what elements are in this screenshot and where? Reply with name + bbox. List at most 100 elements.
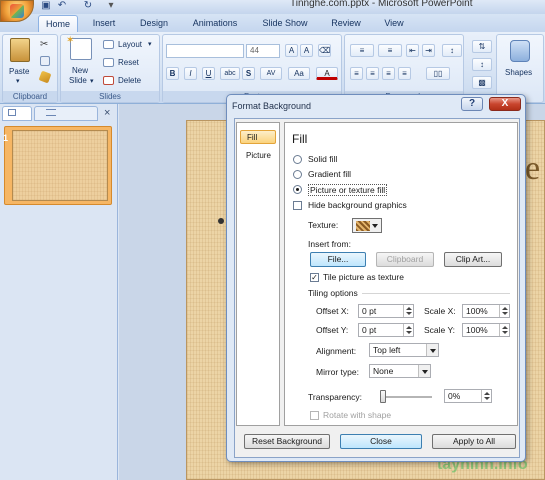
fill-heading: Fill xyxy=(292,132,308,146)
align-left-icon[interactable]: ≡ xyxy=(350,67,363,80)
mirror-type-select[interactable]: None xyxy=(369,364,431,378)
tab-review[interactable]: Review xyxy=(326,15,366,32)
picture-texture-fill-radio[interactable] xyxy=(293,185,302,194)
slide-title-fragment[interactable]: e xyxy=(525,150,540,188)
tab-view[interactable]: View xyxy=(376,15,412,32)
shapes-button[interactable]: Shapes xyxy=(505,68,532,77)
nav-fill[interactable]: Fill xyxy=(240,130,276,144)
hide-background-label[interactable]: Hide background graphics xyxy=(308,200,407,210)
offset-x-spinner[interactable] xyxy=(403,305,413,317)
texture-dropdown-icon[interactable] xyxy=(369,219,381,232)
new-slide-button-line2[interactable]: Slide xyxy=(69,76,87,85)
nav-picture[interactable]: Picture xyxy=(240,149,276,163)
copy-icon[interactable] xyxy=(40,56,50,66)
close-panel-icon[interactable]: × xyxy=(104,107,110,119)
alignment-select[interactable]: Top left xyxy=(369,343,439,357)
smartart-icon[interactable]: ▩ xyxy=(472,76,492,89)
align-right-icon[interactable]: ≡ xyxy=(382,67,395,80)
bold-icon[interactable]: B xyxy=(166,67,179,80)
delete-button[interactable]: Delete xyxy=(118,76,141,85)
font-name-field[interactable] xyxy=(166,44,244,58)
redo-icon[interactable]: ↻ xyxy=(82,0,94,11)
new-slide-button-line1[interactable]: New xyxy=(72,66,88,75)
slide-number: 1 xyxy=(3,133,9,143)
slide-thumbnail[interactable] xyxy=(12,130,108,201)
transparency-slider-track[interactable] xyxy=(382,396,432,398)
file-button[interactable]: File... xyxy=(310,252,366,267)
font-size-field[interactable]: 44 xyxy=(246,44,280,58)
texture-picker[interactable] xyxy=(352,218,382,233)
line-spacing-icon[interactable]: ↕ xyxy=(442,44,462,57)
slides-group-label: Slides xyxy=(61,91,159,102)
mirror-dropdown-icon[interactable] xyxy=(418,365,430,377)
tile-picture-checkbox[interactable]: ✓ xyxy=(310,273,319,282)
hide-background-checkbox[interactable] xyxy=(293,201,302,210)
clipboard-button[interactable]: Clipboard xyxy=(376,252,434,267)
paste-button[interactable]: Paste xyxy=(9,67,29,76)
slides-tab[interactable] xyxy=(2,106,32,121)
solid-fill-radio[interactable] xyxy=(293,155,302,164)
bullets-icon[interactable]: ≡ xyxy=(350,44,374,57)
scale-y-field[interactable]: 100% xyxy=(462,323,510,337)
save-icon[interactable]: ▣ xyxy=(40,0,52,11)
shadow-icon[interactable]: S xyxy=(242,67,255,80)
outline-tab[interactable] xyxy=(34,106,98,121)
change-case-icon[interactable]: Aa xyxy=(288,67,310,80)
increase-indent-icon[interactable]: ⇥ xyxy=(422,44,435,57)
numbering-icon[interactable]: ≡ xyxy=(378,44,402,57)
offset-y-field[interactable]: 0 pt xyxy=(358,323,414,337)
scale-x-spinner[interactable] xyxy=(499,305,509,317)
help-button[interactable]: ? xyxy=(461,97,483,111)
italic-icon[interactable]: I xyxy=(184,67,197,80)
qat-customize-icon[interactable]: ▾ xyxy=(105,0,117,11)
alignment-dropdown-icon[interactable] xyxy=(426,344,438,356)
clear-format-icon[interactable]: ⌫ xyxy=(318,44,331,57)
offset-y-spinner[interactable] xyxy=(403,324,413,336)
solid-fill-label[interactable]: Solid fill xyxy=(308,154,337,164)
dialog-close-button[interactable]: X xyxy=(489,97,521,111)
strikethrough-icon[interactable]: abc xyxy=(220,67,240,80)
mirror-type-value: None xyxy=(373,366,394,376)
new-slide-dropdown-icon[interactable]: ▾ xyxy=(90,77,94,85)
char-spacing-icon[interactable]: AV xyxy=(260,67,282,80)
close-button[interactable]: Close xyxy=(340,434,422,449)
paste-dropdown-icon[interactable]: ▾ xyxy=(16,77,20,85)
tab-insert[interactable]: Insert xyxy=(84,15,124,32)
transparency-slider-thumb[interactable] xyxy=(380,390,386,403)
offset-x-field[interactable]: 0 pt xyxy=(358,304,414,318)
rotate-with-shape-checkbox[interactable] xyxy=(310,411,319,420)
gradient-fill-radio[interactable] xyxy=(293,170,302,179)
text-direction-icon[interactable]: ⇅ xyxy=(472,40,492,53)
font-color-icon[interactable]: A xyxy=(316,67,338,80)
columns-icon[interactable]: ▯▯ xyxy=(426,67,450,80)
clip-art-button[interactable]: Clip Art... xyxy=(444,252,502,267)
undo-icon[interactable]: ↶ xyxy=(56,0,68,11)
justify-icon[interactable]: ≡ xyxy=(398,67,411,80)
tab-animations[interactable]: Animations xyxy=(186,15,244,32)
scale-y-spinner[interactable] xyxy=(499,324,509,336)
tile-picture-label[interactable]: Tile picture as texture xyxy=(323,272,404,282)
layout-button[interactable]: Layout xyxy=(118,40,142,49)
reset-background-button[interactable]: Reset Background xyxy=(244,434,330,449)
transparency-spinner[interactable] xyxy=(481,390,491,402)
paste-icon[interactable] xyxy=(10,38,30,62)
apply-to-all-button[interactable]: Apply to All xyxy=(432,434,516,449)
tab-design[interactable]: Design xyxy=(130,15,178,32)
gradient-fill-label[interactable]: Gradient fill xyxy=(308,169,351,179)
grow-font-icon[interactable]: A xyxy=(285,44,298,57)
align-text-icon[interactable]: ↕ xyxy=(472,58,492,71)
picture-texture-fill-label[interactable]: Picture or texture fill xyxy=(308,184,388,196)
layout-dropdown-icon[interactable]: ▾ xyxy=(148,40,152,48)
cut-icon[interactable]: ✂ xyxy=(40,40,50,50)
transparency-field[interactable]: 0% xyxy=(444,389,492,403)
shapes-icon[interactable] xyxy=(510,40,530,62)
align-center-icon[interactable]: ≡ xyxy=(366,67,379,80)
reset-button[interactable]: Reset xyxy=(118,58,139,67)
scale-x-field[interactable]: 100% xyxy=(462,304,510,318)
decrease-indent-icon[interactable]: ⇤ xyxy=(406,44,419,57)
shrink-font-icon[interactable]: A xyxy=(300,44,313,57)
tab-home[interactable]: Home xyxy=(38,15,78,32)
underline-icon[interactable]: U xyxy=(202,67,215,80)
tab-slide-show[interactable]: Slide Show xyxy=(256,15,314,32)
offset-x-value: 0 pt xyxy=(362,306,377,316)
